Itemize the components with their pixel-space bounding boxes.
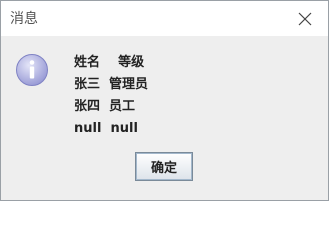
dialog-content: 姓名 等级 张三 管理员 张四 员工 null null 确定: [1, 36, 328, 200]
message-line: 张三 管理员: [74, 77, 149, 92]
close-icon: [298, 12, 312, 25]
ok-button[interactable]: 确定: [135, 152, 193, 181]
message-dialog: 消息 姓名 等级 张三 管理员 张四 员工 null null 确定: [0, 0, 329, 201]
message-line: 张四 员工: [74, 99, 136, 114]
dialog-title: 消息: [10, 11, 38, 27]
message-line: null null: [74, 121, 138, 136]
info-icon: [16, 54, 48, 86]
message-line-header: 姓名 等级: [74, 55, 145, 70]
message-text: 姓名 等级 张三 管理员 张四 员工 null null: [74, 52, 148, 140]
title-bar[interactable]: 消息: [1, 1, 328, 36]
close-button[interactable]: [282, 1, 328, 36]
